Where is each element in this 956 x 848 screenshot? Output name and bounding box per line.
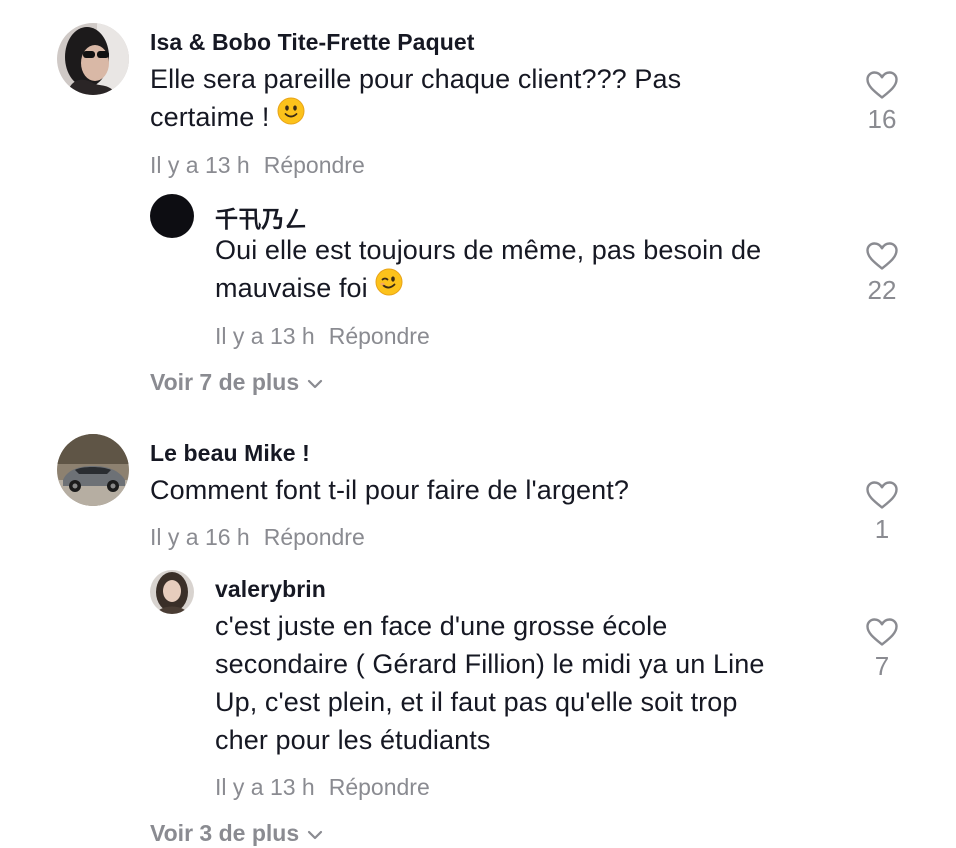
comment-text-fragment: mauvaise foi xyxy=(215,273,368,303)
avatar[interactable] xyxy=(150,570,194,614)
comment-text-line: Up, c'est plein, et il faut pas qu'elle … xyxy=(215,687,738,717)
like-button[interactable]: 16 xyxy=(847,70,917,135)
comment-text: Oui elle est toujours de même, pas besoi… xyxy=(215,231,855,307)
comment-timestamp: Il y a 13 h xyxy=(215,774,315,800)
reply-button[interactable]: Répondre xyxy=(264,524,365,550)
like-button[interactable]: 7 xyxy=(847,617,917,682)
comment-meta: Il y a 13 h Répondre xyxy=(215,774,430,801)
view-more-label: Voir 7 de plus xyxy=(150,369,300,395)
comment-meta: Il y a 13 h Répondre xyxy=(215,323,430,350)
chevron-down-icon xyxy=(307,368,323,395)
comment-timestamp: Il y a 13 h xyxy=(215,323,315,349)
comment-username[interactable]: Le beau Mike ! xyxy=(150,440,310,467)
comment-meta: Il y a 16 h Répondre xyxy=(150,524,365,551)
avatar[interactable] xyxy=(57,434,129,506)
view-more-replies-button[interactable]: Voir 7 de plus xyxy=(150,369,323,396)
comment-text-line: mauvaise foi xyxy=(215,268,855,307)
reply-button[interactable]: Répondre xyxy=(264,152,365,178)
comment-text-line: Oui elle est toujours de même, pas besoi… xyxy=(215,235,762,265)
avatar[interactable] xyxy=(150,194,194,238)
view-more-replies-button[interactable]: Voir 3 de plus xyxy=(150,820,323,847)
view-more-label: Voir 3 de plus xyxy=(150,820,300,846)
avatar[interactable] xyxy=(57,23,129,95)
comment-text-line: cher pour les étudiants xyxy=(215,725,491,755)
like-count: 22 xyxy=(867,275,897,305)
comment-username[interactable]: 千卂乃ㄥ xyxy=(215,200,307,234)
like-count: 16 xyxy=(867,104,897,134)
like-count: 1 xyxy=(874,514,890,544)
heart-outline-icon[interactable] xyxy=(847,241,917,271)
comment-text-line: c'est juste en face d'une grosse école xyxy=(215,611,668,641)
comment-timestamp: Il y a 13 h xyxy=(150,152,250,178)
reply-button[interactable]: Répondre xyxy=(329,774,430,800)
comment-text-line: Comment font t-il pour faire de l'argent… xyxy=(150,475,629,505)
comment-meta: Il y a 13 h Répondre xyxy=(150,152,365,179)
like-count: 7 xyxy=(874,651,890,681)
like-button[interactable]: 22 xyxy=(847,241,917,306)
comment-text: c'est juste en face d'une grosse école s… xyxy=(215,607,855,759)
winking-face-icon xyxy=(375,268,403,306)
like-button[interactable]: 1 xyxy=(847,480,917,545)
comment-username[interactable]: valerybrin xyxy=(215,576,326,603)
comment-text: Elle sera pareille pour chaque client???… xyxy=(150,60,790,136)
comment-text: Comment font t-il pour faire de l'argent… xyxy=(150,471,790,509)
comment-text-fragment: certaime ! xyxy=(150,102,270,132)
reply-button[interactable]: Répondre xyxy=(329,323,430,349)
comment-username[interactable]: Isa & Bobo Tite-Frette Paquet xyxy=(150,29,475,56)
heart-outline-icon[interactable] xyxy=(847,480,917,510)
heart-outline-icon[interactable] xyxy=(847,70,917,100)
comment-text-line: secondaire ( Gérard Fillion) le midi ya … xyxy=(215,649,765,679)
chevron-down-icon xyxy=(307,819,323,846)
comment-timestamp: Il y a 16 h xyxy=(150,524,250,550)
comment-text-line: certaime ! xyxy=(150,97,790,136)
comment-text-line: Elle sera pareille pour chaque client???… xyxy=(150,64,682,94)
slightly-smiling-face-icon xyxy=(277,97,305,135)
heart-outline-icon[interactable] xyxy=(847,617,917,647)
